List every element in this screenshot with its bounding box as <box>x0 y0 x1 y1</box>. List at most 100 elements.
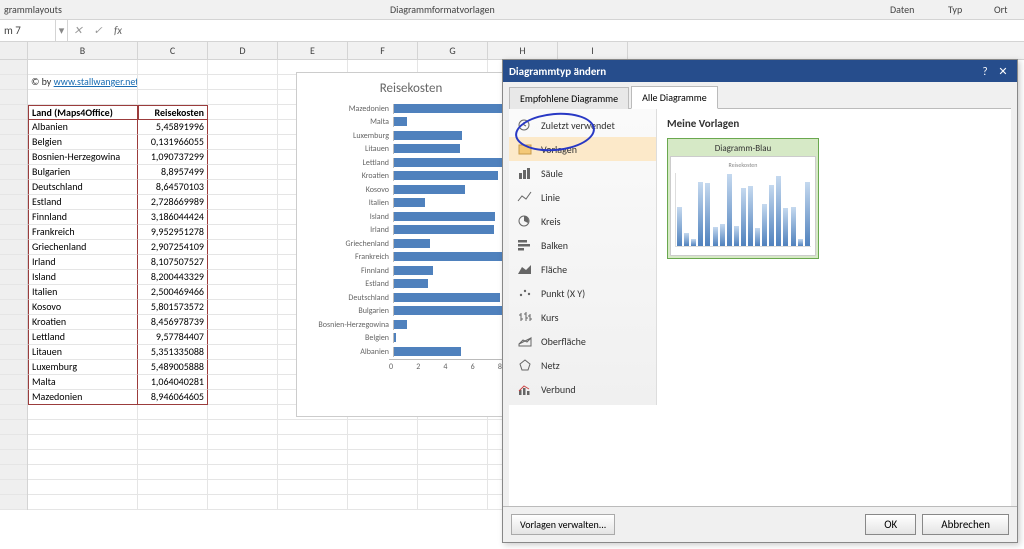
table-cell-land[interactable]: Estland <box>28 195 138 210</box>
table-cell-kosten[interactable]: 0,131966055 <box>138 135 208 150</box>
chart-type-area[interactable]: Fläche <box>509 257 656 281</box>
template-thumbnail[interactable]: Diagramm-Blau Reisekosten <box>667 138 819 259</box>
table-cell-kosten[interactable]: 8,107507527 <box>138 255 208 270</box>
table-cell-land[interactable]: Luxemburg <box>28 360 138 375</box>
chart-type-label: Fläche <box>541 263 567 276</box>
table-cell-land[interactable]: Italien <box>28 285 138 300</box>
table-cell-kosten[interactable]: 1,064040281 <box>138 375 208 390</box>
table-cell-kosten[interactable]: 9,57784407 <box>138 330 208 345</box>
col-head-h[interactable]: H <box>488 42 558 59</box>
chart-type-stock[interactable]: Kurs <box>509 305 656 329</box>
table-cell-land[interactable]: Litauen <box>28 345 138 360</box>
table-cell-land[interactable]: Albanien <box>28 120 138 135</box>
table-cell-kosten[interactable]: 5,489005888 <box>138 360 208 375</box>
name-box[interactable]: m 7 <box>0 20 56 41</box>
table-cell-kosten[interactable]: 8,8957499 <box>138 165 208 180</box>
table-cell-land[interactable]: Malta <box>28 375 138 390</box>
table-cell-land[interactable]: Finnland <box>28 210 138 225</box>
table-cell-land[interactable]: Deutschland <box>28 180 138 195</box>
name-box-dropdown-icon[interactable]: ▾ <box>56 20 68 41</box>
chart-bar-row: Deutschland <box>305 291 517 305</box>
accept-formula-icon[interactable]: ✓ <box>88 20 108 41</box>
chart-type-radar[interactable]: Netz <box>509 353 656 377</box>
cancel-formula-icon[interactable]: ✕ <box>68 20 88 41</box>
table-cell-kosten[interactable]: 8,456978739 <box>138 315 208 330</box>
table-cell-kosten[interactable]: 2,500469466 <box>138 285 208 300</box>
change-chart-type-dialog: Diagrammtyp ändern ? ✕ Empfohlene Diagra… <box>502 59 1018 543</box>
table-cell-land[interactable]: Kroatien <box>28 315 138 330</box>
chart-bar-row: Bulgarien <box>305 305 517 319</box>
col-head-g[interactable]: G <box>418 42 488 59</box>
chart-title: Reisekosten <box>297 73 525 102</box>
chart-bar-row: Belgien <box>305 332 517 346</box>
table-cell-land[interactable]: Belgien <box>28 135 138 150</box>
col-head-c[interactable]: C <box>138 42 208 59</box>
table-cell-kosten[interactable]: 8,64570103 <box>138 180 208 195</box>
table-cell-land[interactable]: Island <box>28 270 138 285</box>
copyright-link[interactable]: www.stallwanger.net <box>54 75 138 88</box>
my-templates-heading: Meine Vorlagen <box>667 117 1001 130</box>
col-head-f[interactable]: F <box>348 42 418 59</box>
chart-type-column[interactable]: Säule <box>509 161 656 185</box>
chart-bar <box>394 239 430 248</box>
chart-type-label: Kurs <box>541 311 559 324</box>
chart-type-bar[interactable]: Balken <box>509 233 656 257</box>
table-cell-kosten[interactable]: 5,801573572 <box>138 300 208 315</box>
table-cell-land[interactable]: Lettland <box>28 330 138 345</box>
chart-bar-label: Malta <box>305 117 393 127</box>
chart-type-line[interactable]: Linie <box>509 185 656 209</box>
thumb-bar <box>798 239 803 246</box>
chart-type-pie[interactable]: Kreis <box>509 209 656 233</box>
line-icon <box>517 190 533 204</box>
col-head-b[interactable]: B <box>28 42 138 59</box>
tab-recommended[interactable]: Empfohlene Diagramme <box>509 87 629 109</box>
table-cell-kosten[interactable]: 9,952951278 <box>138 225 208 240</box>
chart-type-label: Linie <box>541 191 560 204</box>
table-cell-land[interactable]: Kosovo <box>28 300 138 315</box>
table-cell-kosten[interactable]: 2,907254109 <box>138 240 208 255</box>
dialog-titlebar[interactable]: Diagrammtyp ändern ? ✕ <box>503 60 1017 82</box>
embedded-chart[interactable]: Reisekosten MazedonienMaltaLuxemburgLita… <box>296 72 526 417</box>
table-cell-kosten[interactable]: 2,728669989 <box>138 195 208 210</box>
table-cell-kosten[interactable]: 8,200443329 <box>138 270 208 285</box>
chart-bar <box>394 144 460 153</box>
chart-bar-row: Mazedonien <box>305 102 517 116</box>
table-cell-land[interactable]: Frankreich <box>28 225 138 240</box>
chart-type-surface[interactable]: Oberfläche <box>509 329 656 353</box>
chart-bar-label: Litauen <box>305 144 393 154</box>
col-head-i[interactable]: I <box>558 42 628 59</box>
chart-bar-label: Bosnien-Herzegowina <box>305 320 393 330</box>
chart-bar <box>394 117 407 126</box>
chart-type-combo[interactable]: Verbund <box>509 377 656 401</box>
tab-all[interactable]: Alle Diagramme <box>631 86 718 109</box>
table-cell-kosten[interactable]: 3,186044424 <box>138 210 208 225</box>
chart-type-recent[interactable]: Zuletzt verwendet <box>509 113 656 137</box>
table-cell-land[interactable]: Bosnien-Herzegowina <box>28 150 138 165</box>
manage-templates-button[interactable]: Vorlagen verwalten... <box>511 514 615 535</box>
table-cell-kosten[interactable]: 5,45891996 <box>138 120 208 135</box>
chart-bar-label: Belgien <box>305 333 393 343</box>
copyright-cell[interactable]: © by www.stallwanger.net <box>28 75 138 90</box>
chart-type-templates[interactable]: Vorlagen <box>509 137 656 161</box>
table-cell-land[interactable]: Irland <box>28 255 138 270</box>
table-cell-kosten[interactable]: 5,351335088 <box>138 345 208 360</box>
chart-bar-label: Estland <box>305 279 393 289</box>
fx-icon[interactable]: fx <box>108 20 128 41</box>
ok-button[interactable]: OK <box>865 514 916 535</box>
col-head-d[interactable]: D <box>208 42 278 59</box>
cancel-button[interactable]: Abbrechen <box>922 514 1009 535</box>
chart-type-xy[interactable]: Punkt (X Y) <box>509 281 656 305</box>
table-cell-land[interactable]: Mazedonien <box>28 390 138 405</box>
chart-bar <box>394 252 516 261</box>
table-header-land[interactable]: Land (Maps4Office) <box>28 105 138 120</box>
table-cell-land[interactable]: Griechenland <box>28 240 138 255</box>
table-cell-kosten[interactable]: 8,946064605 <box>138 390 208 405</box>
table-cell-kosten[interactable]: 1,090737299 <box>138 150 208 165</box>
dialog-close-icon[interactable]: ✕ <box>995 65 1011 78</box>
col-head-e[interactable]: E <box>278 42 348 59</box>
table-cell-land[interactable]: Bulgarien <box>28 165 138 180</box>
select-all-corner[interactable] <box>0 42 28 59</box>
chart-type-label: Balken <box>541 239 568 252</box>
dialog-help-icon[interactable]: ? <box>977 65 993 78</box>
table-header-kosten[interactable]: Reisekosten <box>138 105 208 120</box>
